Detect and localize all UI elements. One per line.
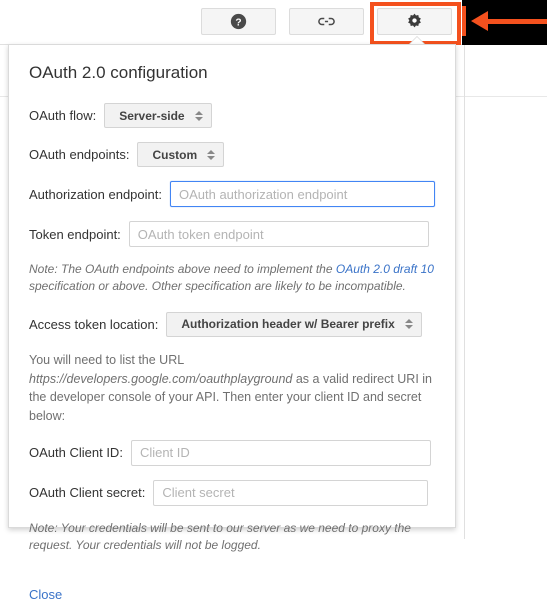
endpoints-note-before: Note: The OAuth endpoints above need to … xyxy=(29,262,336,276)
authorization-endpoint-input[interactable] xyxy=(169,181,435,207)
redirect-uri-paragraph: You will need to list the URL https://de… xyxy=(29,351,435,426)
access-token-location-label: Access token location: xyxy=(29,316,159,332)
background-divider xyxy=(464,45,465,539)
oauth-draft-link[interactable]: OAuth 2.0 draft 10 xyxy=(336,262,434,276)
annotation-arrow-shaft xyxy=(487,19,547,24)
field-row-oauth-flow: OAuth flow: Server-side xyxy=(29,103,435,128)
app-toolbar: ? xyxy=(0,0,462,45)
access-token-location-value: Authorization header w/ Bearer prefix xyxy=(181,317,395,332)
question-mark-circle-icon: ? xyxy=(230,13,247,30)
oauth-client-secret-label: OAuth Client secret: xyxy=(29,485,146,501)
oauth-client-secret-input[interactable] xyxy=(153,479,429,506)
endpoints-note-after: specification or above. Other specificat… xyxy=(29,279,406,294)
oauth-configuration-panel: OAuth 2.0 configuration OAuth flow: Serv… xyxy=(8,44,456,602)
close-link[interactable]: Close xyxy=(29,587,62,602)
stepper-arrows-icon xyxy=(207,149,216,160)
authorization-endpoint-label: Authorization endpoint: xyxy=(29,186,162,202)
field-row-oauth-client-id: OAuth Client ID: xyxy=(29,439,435,466)
oauth-client-id-input[interactable] xyxy=(130,439,431,466)
oauth-client-id-label: OAuth Client ID: xyxy=(29,445,123,461)
oauth-endpoints-value: Custom xyxy=(152,147,198,162)
panel-title: OAuth 2.0 configuration xyxy=(29,63,208,82)
oauth-flow-label: OAuth flow: xyxy=(29,108,97,123)
redirect-before: You will need to list the URL xyxy=(29,352,184,367)
oauth-flow-value: Server-side xyxy=(119,108,185,123)
gear-icon xyxy=(408,13,421,28)
link-chain-icon xyxy=(318,17,335,26)
stepper-arrows-icon xyxy=(404,319,413,330)
field-row-oauth-client-secret: OAuth Client secret: xyxy=(29,479,435,506)
oauth-flow-select[interactable]: Server-side xyxy=(104,103,212,128)
oauth-endpoints-select[interactable]: Custom xyxy=(137,142,225,167)
playground-url: https://developers.google.com/oauthplayg… xyxy=(29,371,293,386)
token-endpoint-input[interactable] xyxy=(128,221,429,247)
share-link-button[interactable] xyxy=(289,8,364,35)
token-endpoint-label: Token endpoint: xyxy=(29,226,121,242)
annotation-arrow-head xyxy=(471,11,488,31)
field-row-token-endpoint: Token endpoint: xyxy=(29,221,435,247)
oauth-endpoints-label: OAuth endpoints: xyxy=(29,147,130,162)
annotation-arrow-tail xyxy=(462,6,466,36)
field-row-access-token-location: Access token location: Authorization hea… xyxy=(29,311,435,337)
field-row-oauth-endpoints: OAuth endpoints: Custom xyxy=(29,142,435,167)
svg-text:?: ? xyxy=(235,17,241,28)
endpoints-note: Note: The OAuth endpoints above need to … xyxy=(29,261,435,296)
settings-gear-button[interactable] xyxy=(377,8,452,35)
field-row-authorization-endpoint: Authorization endpoint: xyxy=(29,181,435,207)
credentials-note: Note: Your credentials will be sent to o… xyxy=(29,520,411,553)
stepper-arrows-icon xyxy=(194,110,203,121)
access-token-location-select[interactable]: Authorization header w/ Bearer prefix xyxy=(166,311,422,337)
help-button[interactable]: ? xyxy=(201,8,276,35)
